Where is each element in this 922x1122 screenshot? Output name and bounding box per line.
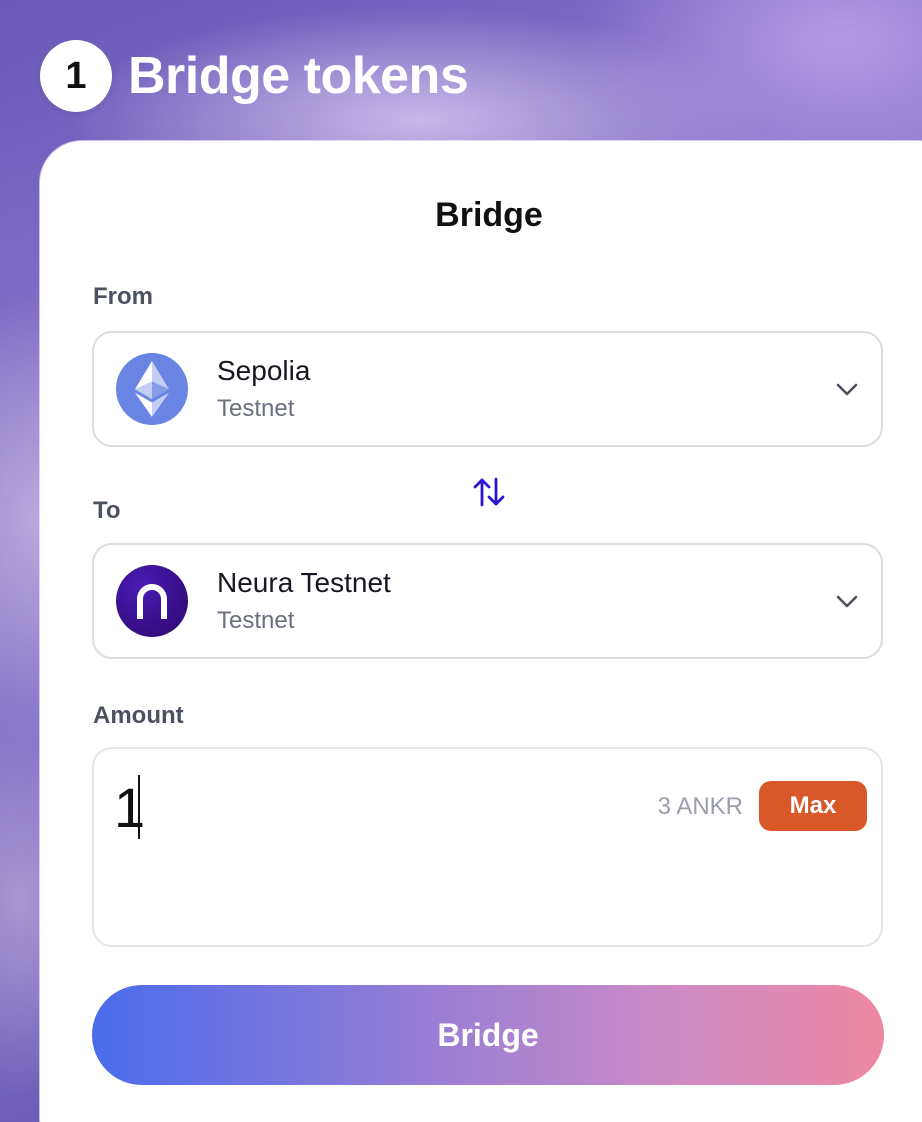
card-title: Bridge <box>435 196 543 234</box>
chevron-down-icon <box>836 383 858 396</box>
step-number-badge: 1 <box>40 40 112 112</box>
from-chain-name: Sepolia <box>217 355 311 386</box>
text-caret <box>138 775 140 839</box>
to-chain-select[interactable]: Neura Testnet Testnet <box>92 543 883 659</box>
from-label: From <box>93 283 153 310</box>
bridge-button[interactable]: Bridge <box>92 985 884 1085</box>
balance-text: 3 ANKR <box>657 793 743 820</box>
step-header: 1 Bridge tokens <box>40 40 469 112</box>
to-label: To <box>93 497 121 524</box>
neura-logo-icon <box>116 565 188 637</box>
max-button[interactable]: Max <box>759 781 867 831</box>
ethereum-logo-icon <box>116 353 188 425</box>
amount-input[interactable] <box>114 771 534 843</box>
chevron-down-icon <box>836 595 858 608</box>
swap-arrows-icon <box>473 477 505 507</box>
swap-chains-button[interactable] <box>468 472 510 512</box>
from-chain-type: Testnet <box>217 395 295 422</box>
from-chain-select[interactable]: Sepolia Testnet <box>92 331 883 447</box>
to-chain-type: Testnet <box>217 607 295 634</box>
step-title: Bridge tokens <box>128 47 469 105</box>
to-chain-name: Neura Testnet <box>217 567 391 598</box>
amount-field[interactable]: 3 ANKR Max <box>92 747 883 947</box>
amount-label: Amount <box>93 702 184 729</box>
